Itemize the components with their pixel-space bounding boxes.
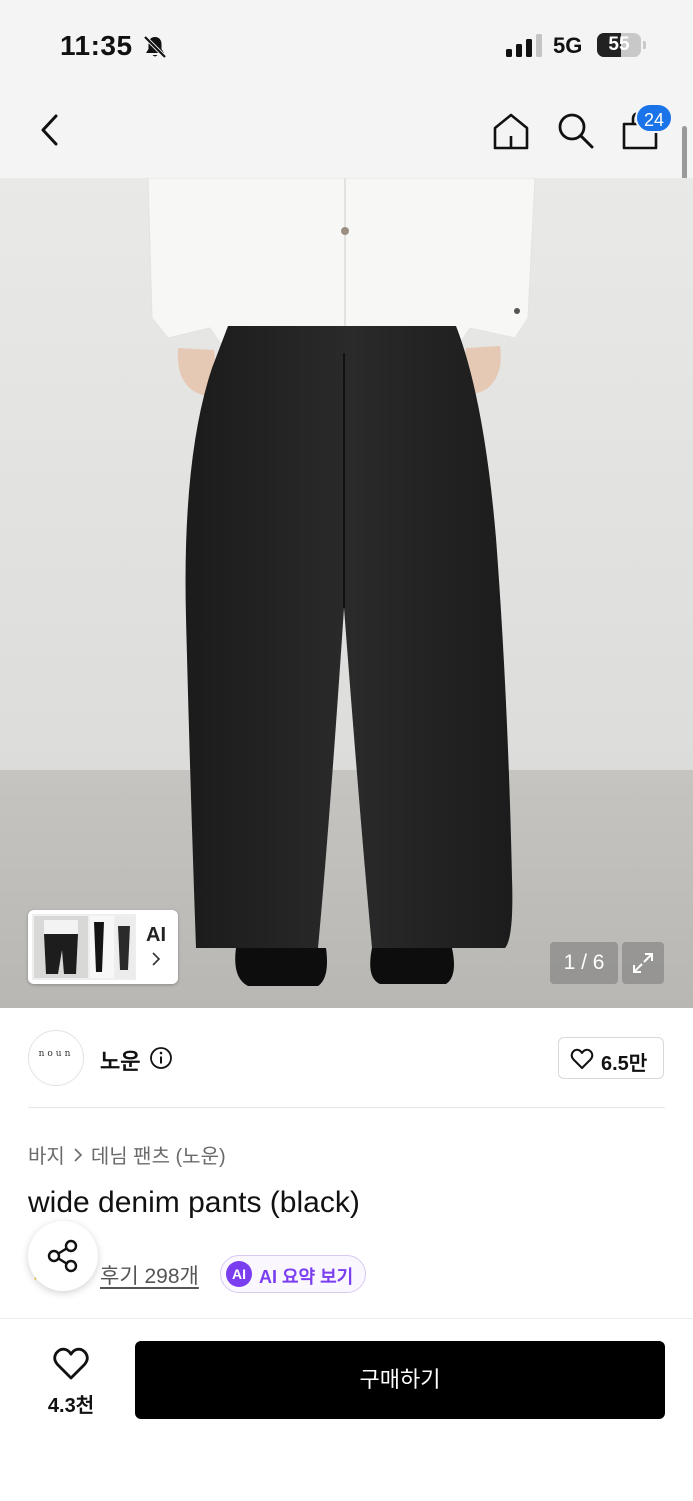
search-icon[interactable] xyxy=(555,110,597,152)
product-title: wide denim pants (black) xyxy=(28,1186,360,1219)
cart-count-badge: 24 xyxy=(635,103,673,133)
network-type: 5G xyxy=(553,33,583,58)
ai-badge: AI xyxy=(226,1261,252,1287)
share-button[interactable] xyxy=(28,1221,98,1291)
status-bar: 11:35 5G 55 xyxy=(0,0,693,90)
buy-button[interactable]: 구매하기 xyxy=(135,1341,665,1419)
breadcrumb: 바지 데님 팬츠 (노운) xyxy=(28,1140,226,1169)
info-icon[interactable] xyxy=(149,1046,173,1070)
brand-logo-text: noun xyxy=(38,1049,74,1059)
brand-like-button[interactable]: 6.5만 xyxy=(558,1037,664,1079)
expand-icon xyxy=(633,953,653,973)
brand-name[interactable]: 노운 xyxy=(100,1044,140,1076)
ai-summary-button[interactable]: AI AI 요약 보기 xyxy=(220,1255,366,1293)
home-icon[interactable] xyxy=(490,110,532,152)
wish-count: 4.3천 xyxy=(47,1395,95,1417)
review-link[interactable]: 후기 298개 xyxy=(100,1260,199,1290)
thumbnail-ai-label: AI xyxy=(146,924,166,946)
heart-icon xyxy=(570,1048,594,1069)
heart-icon[interactable] xyxy=(52,1347,90,1381)
thumbnail-images xyxy=(32,914,136,980)
image-pager: 1 / 6 xyxy=(550,942,618,984)
chevron-right-icon xyxy=(152,952,161,966)
battery-icon: 55 xyxy=(597,33,647,59)
navigation-bar xyxy=(0,90,693,178)
share-icon xyxy=(47,1239,78,1273)
ai-summary-label: AI 요약 보기 xyxy=(259,1267,354,1287)
bell-slash-icon xyxy=(143,35,167,59)
chevron-right-icon xyxy=(74,1147,82,1162)
ai-styling-thumbnail[interactable]: AI xyxy=(28,910,178,984)
battery-level: 55 xyxy=(608,34,630,55)
product-image-gallery[interactable]: AI 1 / 6 xyxy=(0,178,693,1008)
brand-logo[interactable]: noun xyxy=(28,1030,84,1086)
divider xyxy=(28,1107,665,1108)
breadcrumb-category[interactable]: 바지 xyxy=(28,1140,65,1169)
expand-button[interactable] xyxy=(622,942,664,984)
status-time: 11:35 xyxy=(60,30,133,61)
product-photo xyxy=(0,178,693,1008)
signal-icon xyxy=(506,34,542,57)
brand-like-count: 6.5만 xyxy=(601,1053,648,1075)
breadcrumb-subcategory[interactable]: 데님 팬츠 (노운) xyxy=(91,1140,226,1169)
back-icon[interactable] xyxy=(32,110,68,150)
bottom-action-bar: 4.3천 구매하기 xyxy=(0,1318,693,1501)
